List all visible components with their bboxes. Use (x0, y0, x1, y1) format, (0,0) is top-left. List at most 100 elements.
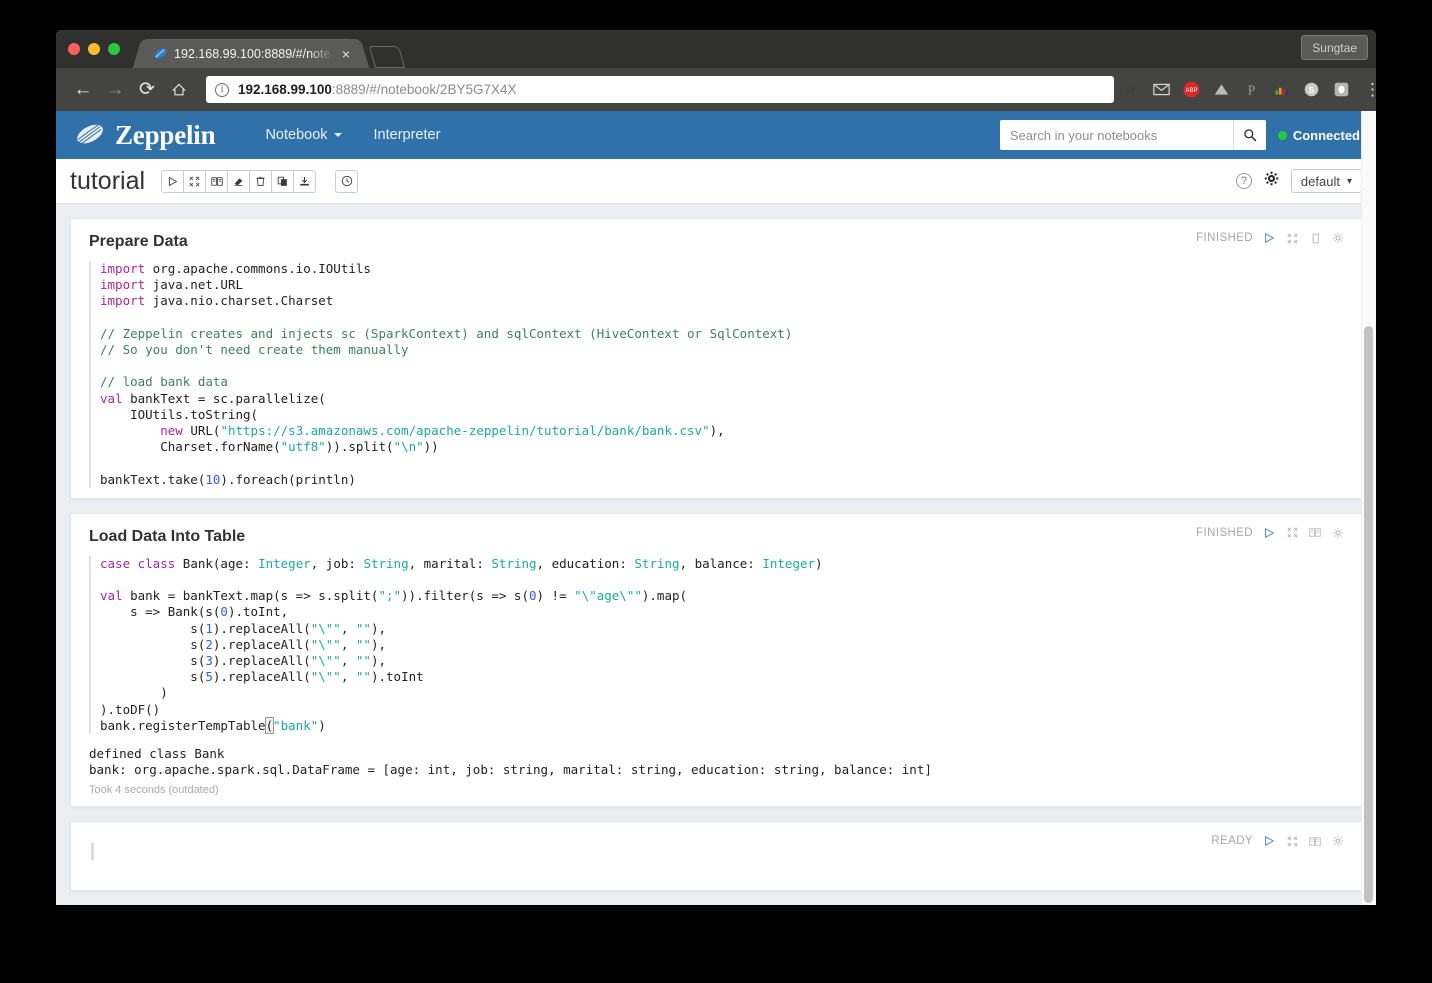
chevron-down-icon (334, 133, 342, 137)
book-icon[interactable] (1308, 834, 1322, 848)
collapse-icon (189, 176, 200, 187)
close-tab-button[interactable]: × (340, 47, 352, 61)
paragraph-status-bar: FINISHED (1196, 231, 1345, 245)
pocket-icon[interactable]: P (1243, 81, 1260, 98)
address-bar[interactable]: i 192.168.99.100:8889/#/notebook/2BY5G7X… (206, 76, 1114, 103)
new-tab-button[interactable] (369, 46, 405, 68)
address-bar-url: 192.168.99.100:8889/#/notebook/2BY5G7X4X (238, 82, 517, 97)
status-dot-icon (1278, 131, 1287, 140)
paragraph-list: Prepare Data FINISHED (56, 204, 1376, 905)
zeppelin-navbar: Zeppelin Notebook Interpreter (56, 111, 1376, 159)
navbar-right: Connected (1000, 111, 1360, 159)
reload-icon[interactable]: ⟳ (132, 75, 162, 105)
connection-status: Connected (1278, 128, 1360, 143)
browser-tab[interactable]: 192.168.99.100:8889/#/note × (144, 39, 358, 68)
svg-text:S: S (1309, 85, 1315, 95)
paragraph-runtime: Took 4 seconds (outdated) (89, 784, 1343, 796)
hide-all-output-button[interactable] (183, 170, 206, 193)
maximize-window-button[interactable] (108, 43, 120, 55)
clear-output-button[interactable] (227, 170, 250, 193)
search-icon (1243, 128, 1257, 142)
bookmark-star-icon[interactable]: ☆ (1124, 81, 1139, 99)
profile-button[interactable]: Sungtae (1301, 35, 1368, 60)
drive-icon[interactable] (1213, 81, 1230, 98)
page-title[interactable]: tutorial (70, 167, 145, 196)
download-icon (299, 176, 310, 187)
paragraph-status-bar: FINISHED (1196, 526, 1345, 540)
colorpick-icon[interactable] (1273, 81, 1290, 98)
gear-icon[interactable] (1331, 834, 1345, 848)
status-badge: FINISHED (1196, 527, 1253, 539)
nav-item-notebook-label: Notebook (265, 127, 327, 143)
forward-icon: → (100, 75, 130, 105)
paragraph-load-data-into-table[interactable]: Load Data Into Table FINISHED (70, 513, 1362, 808)
paragraph-prepare-data[interactable]: Prepare Data FINISHED (70, 218, 1362, 499)
search-input[interactable] (1000, 120, 1233, 150)
nav-item-notebook[interactable]: Notebook (249, 127, 357, 143)
export-notebook-button[interactable] (293, 170, 316, 193)
search-button[interactable] (1233, 120, 1266, 150)
page-viewport: Zeppelin Notebook Interpreter (56, 111, 1376, 905)
status-badge: READY (1211, 835, 1253, 847)
window-controls[interactable] (68, 43, 120, 55)
url-host: 192.168.99.100 (238, 82, 332, 97)
minimize-window-button[interactable] (88, 43, 100, 55)
site-info-icon[interactable]: i (215, 83, 229, 97)
back-icon[interactable]: ← (68, 75, 98, 105)
gear-icon[interactable] (1331, 231, 1345, 245)
book-icon (211, 176, 223, 187)
url-path: :8889/#/notebook/2BY5G7X4X (332, 82, 517, 97)
svg-text:ABP: ABP (1186, 88, 1198, 94)
clock-icon (341, 175, 353, 187)
screen: 192.168.99.100:8889/#/note × Sungtae ← →… (0, 0, 1432, 983)
code-editor[interactable]: import org.apache.commons.io.IOUtils imp… (89, 261, 1343, 488)
play-icon (167, 176, 178, 187)
notebook-search[interactable] (1000, 120, 1266, 150)
interpreter-binding-value: default (1301, 174, 1340, 189)
browser-menu-icon[interactable]: ⋮ (1352, 88, 1364, 92)
zeppelin-brand[interactable]: Zeppelin (74, 120, 215, 151)
eraser-icon (233, 176, 244, 187)
paragraph-output: defined class Bank bank: org.apache.spar… (89, 746, 1343, 778)
play-icon[interactable] (1262, 526, 1276, 540)
notebook-toolbar (161, 170, 316, 193)
paragraph-heading: Load Data Into Table (89, 528, 1343, 546)
collapse-icon[interactable] (1285, 526, 1299, 540)
mail-icon[interactable] (1153, 81, 1170, 98)
paragraph-status-bar: READY (1211, 834, 1345, 848)
gear-icon[interactable] (1331, 526, 1345, 540)
code-editor[interactable] (91, 843, 94, 860)
nav-item-interpreter[interactable]: Interpreter (358, 127, 457, 143)
collapse-icon[interactable] (1285, 231, 1299, 245)
home-icon[interactable] (164, 75, 194, 105)
gear-icon[interactable] (1264, 171, 1279, 191)
notebook-titlebar-right: ? default ▾ (1236, 169, 1362, 193)
browser-tab-strip: 192.168.99.100:8889/#/note × Sungtae (56, 30, 1376, 68)
collapse-icon[interactable] (1285, 834, 1299, 848)
zeppelin-brand-text: Zeppelin (115, 120, 215, 151)
extension-icons: ABP P S (1141, 81, 1350, 98)
page-scrollbar-thumb[interactable] (1364, 326, 1373, 903)
close-window-button[interactable] (68, 43, 80, 55)
svg-text:P: P (1248, 83, 1256, 98)
paragraph-empty[interactable]: READY (70, 821, 1362, 891)
play-icon[interactable] (1262, 231, 1276, 245)
delete-notebook-button[interactable] (249, 170, 272, 193)
notebook-titlebar: tutorial (56, 159, 1376, 204)
interpreter-binding-select[interactable]: default ▾ (1291, 169, 1362, 193)
play-icon[interactable] (1262, 834, 1276, 848)
clone-notebook-button[interactable] (271, 170, 294, 193)
book-icon[interactable] (1308, 526, 1322, 540)
scheduler-button[interactable] (335, 170, 358, 193)
run-all-paragraphs-button[interactable] (161, 170, 184, 193)
skype-icon[interactable]: S (1303, 81, 1320, 98)
trash-icon (255, 176, 266, 187)
show-hide-code-button[interactable] (205, 170, 228, 193)
pocket2-icon[interactable] (1333, 81, 1350, 98)
adblock-plus-icon[interactable]: ABP (1183, 81, 1200, 98)
pane-icon[interactable] (1308, 231, 1322, 245)
status-badge: FINISHED (1196, 232, 1253, 244)
question-icon[interactable]: ? (1236, 173, 1252, 189)
code-editor[interactable]: case class Bank(age: Integer, job: Strin… (89, 556, 1343, 734)
copy-icon (277, 176, 288, 187)
